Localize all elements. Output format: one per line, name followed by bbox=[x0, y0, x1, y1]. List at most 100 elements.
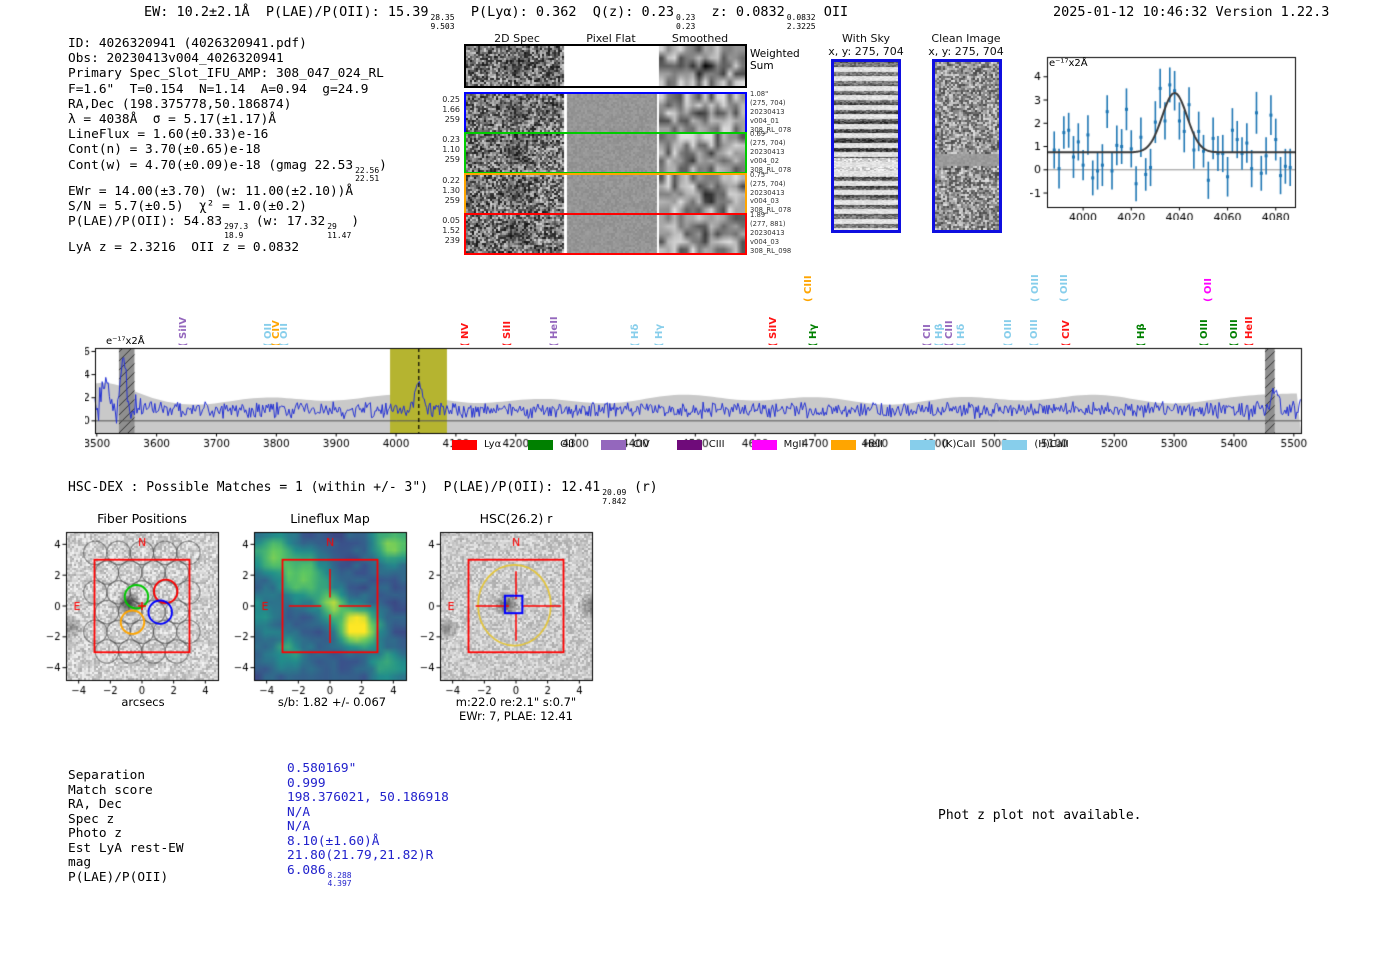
emission-line-label: ( SiIV bbox=[768, 316, 780, 347]
info-line: S/N = 5.7(±0.5) χ² = 1.0(±0.2) bbox=[68, 199, 387, 214]
spec2d-row-weights: 0.25 1.66 259 bbox=[442, 95, 460, 124]
timestamp-version: 2025-01-12 10:46:32 Version 1.22.3 bbox=[1053, 4, 1330, 20]
legend-label: CIII bbox=[708, 439, 725, 450]
emission-line-label: ( CIII bbox=[944, 320, 956, 347]
text-segment: RA,Dec (198.375778,50.186874) bbox=[68, 96, 292, 112]
info-line: F=1.6" T=0.154 N=1.14 A=0.94 g=24.9 bbox=[68, 82, 387, 97]
legend-item: (K)CaII bbox=[910, 439, 975, 450]
spec2d-row-weights: 0.23 1.10 259 bbox=[442, 135, 460, 165]
legend-swatch bbox=[676, 439, 702, 450]
fiber-positions-canvas bbox=[38, 517, 228, 709]
spec2d-row-annotation: 1.89" (277, 881) 20230413 v004_03 308_RL… bbox=[750, 211, 792, 255]
stacked-fraction: 29 11.47 bbox=[327, 222, 352, 240]
match-field-label: Spec z bbox=[68, 811, 115, 827]
match-field-label: Est LyA rest-EW bbox=[68, 840, 184, 856]
info-line: RA,Dec (198.375778,50.186874) bbox=[68, 97, 387, 112]
text-segment: (w: 17.32 bbox=[248, 214, 326, 230]
stacked-fraction: 0.23 0.23 bbox=[676, 13, 696, 31]
legend-label: OII bbox=[560, 439, 574, 450]
legend-item: HeII bbox=[831, 439, 883, 450]
match-field-label: P(LAE)/P(OII) bbox=[68, 869, 169, 885]
match-field-value: 0.999 bbox=[287, 775, 326, 791]
emission-line-label: ( Hδ bbox=[956, 323, 968, 347]
match-field-value: N/A bbox=[287, 819, 311, 834]
match-field-value: 21.80(21.79,21.82)R bbox=[287, 848, 434, 863]
spec2d-row-annotation: 0.69" (275, 704) 20230413 v004_02 308_RL… bbox=[750, 130, 792, 174]
info-line: Primary Spec_Slot_IFU_AMP: 308_047_024_R… bbox=[68, 66, 387, 81]
cleanimage-canvas bbox=[935, 62, 999, 230]
emission-line-label: ( OIII bbox=[1003, 319, 1015, 347]
hsc-r-canvas bbox=[412, 517, 602, 709]
stacked-fraction: 8.288 4.397 bbox=[327, 870, 352, 888]
emission-line-label: ( OII bbox=[278, 323, 290, 347]
info-line: Cont(w) = 4.70(±0.09)e-18 (gmag 22.53 22.… bbox=[68, 158, 387, 184]
match-field-value: 0.580169" bbox=[287, 761, 357, 776]
spec2d-row-canvas bbox=[466, 134, 745, 173]
legend-swatch bbox=[1002, 439, 1028, 450]
cleanimage-coords: x, y: 275, 704 bbox=[928, 45, 1004, 58]
text-segment: ) bbox=[351, 214, 360, 230]
match-field-value: N/A bbox=[287, 804, 311, 820]
match-field-label: mag bbox=[68, 855, 92, 870]
spec2d-row bbox=[464, 172, 747, 215]
text-segment: HSC-DEX : Possible Matches = 1 (within +… bbox=[68, 480, 601, 495]
emission-line-label: ( Hγ bbox=[653, 323, 665, 347]
emission-line-label: ( OIII bbox=[1028, 319, 1040, 347]
spec2d-row-annotation: 0.75" (275, 704) 20230413 v004_03 308_RL… bbox=[750, 170, 792, 215]
fiber-positions-xlabel: arcsecs bbox=[121, 695, 165, 709]
weighted-sum-label: Weighted Sum bbox=[750, 48, 800, 72]
text-segment: OII bbox=[815, 4, 849, 20]
text-segment: ID: 4026320941 (4026320941.pdf) bbox=[68, 36, 307, 51]
text-segment: (r) bbox=[626, 480, 658, 495]
text-segment: ) bbox=[379, 157, 387, 173]
legend-label: Lyα bbox=[484, 439, 502, 450]
legend-label: (H)CaII bbox=[1034, 439, 1069, 450]
text-segment: F=1.6" T=0.154 N=1.14 A=0.94 g=24.9 bbox=[68, 81, 369, 97]
weighted-sum-strip bbox=[464, 44, 747, 88]
text-segment: Primary Spec_Slot_IFU_AMP: 308_047_024_R… bbox=[68, 66, 384, 82]
stacked-fraction: 28.35 9.503 bbox=[430, 13, 455, 31]
lineflux-map-canvas bbox=[226, 517, 416, 709]
text-segment: P(Lyα): 0.362 Q(z): 0.23 bbox=[454, 4, 675, 20]
summary-statistics-line: EW: 10.2±2.1Å P(LAE)/P(OII): 15.39 28.35 9… bbox=[144, 4, 848, 31]
emission-line-label: ( OII bbox=[1203, 278, 1214, 302]
legend-item: CIII bbox=[676, 439, 725, 450]
text-segment: LineFlux = 1.60(±0.33)e-16 bbox=[68, 127, 269, 143]
emission-line-label: ( Hβ bbox=[1135, 323, 1147, 347]
info-line: P(LAE)/P(OII): 54.83 297.3 18.9 (w: 17.32 2… bbox=[68, 214, 387, 240]
lineflux-map-xlabel: s/b: 1.82 +/- 0.067 bbox=[277, 695, 387, 709]
hsc-r-xlabel: m:22.0 re:2.1" s:0.7" bbox=[455, 695, 577, 709]
match-field-value: 198.376021, 50.186918 bbox=[287, 790, 449, 805]
detection-info-block: ID: 4026320941 (4026320941.pdf) Obs: 2023… bbox=[68, 36, 387, 255]
linefit-plot-canvas bbox=[1030, 48, 1310, 220]
legend-swatch bbox=[751, 439, 777, 450]
spec2d-row bbox=[464, 92, 747, 134]
emission-line-label: ( Hδ bbox=[629, 323, 641, 347]
spec2d-row bbox=[464, 213, 747, 255]
spec2d-row-annotation: 1.08" (275, 704) 20230413 v004_01 308_RL… bbox=[750, 90, 792, 134]
withsky-coords: x, y: 275, 704 bbox=[828, 45, 904, 58]
fullspec-legend: Lyα OII CIV CIII MgII HeII (K)CaII (H)CaII bbox=[452, 439, 1096, 450]
match-field-label: Match score bbox=[68, 782, 153, 798]
info-line: Cont(n) = 3.70(±0.65)e-18 bbox=[68, 142, 387, 157]
emission-line-label: ( HeII bbox=[549, 316, 561, 347]
legend-swatch bbox=[910, 439, 936, 450]
legend-item: Lyα bbox=[452, 439, 501, 450]
emission-line-label: ( HeII bbox=[1243, 316, 1255, 347]
emission-line-label: ( OIII bbox=[1198, 319, 1210, 347]
text-segment: Cont(n) = 3.70(±0.65)e-18 bbox=[68, 142, 261, 158]
emission-line-label: ( CII bbox=[922, 324, 934, 347]
legend-swatch bbox=[831, 439, 857, 450]
elixer-report-page: EW: 10.2±2.1Å P(LAE)/P(OII): 15.39 28.35 9… bbox=[0, 0, 1400, 953]
info-line: Obs: 20230413v004_4026320941 bbox=[68, 51, 387, 66]
withsky-frame bbox=[831, 59, 901, 233]
match-field-value: 6.086 8.288 4.397 bbox=[287, 863, 449, 888]
info-line: λ = 4038Å σ = 5.17(±1.17)Å bbox=[68, 112, 387, 127]
legend-label: (K)CaII bbox=[942, 439, 976, 450]
emission-line-label: ( OIII bbox=[1030, 274, 1042, 302]
stacked-fraction: 297.3 18.9 bbox=[224, 222, 249, 240]
match-table-values: 0.580169" 0.999 198.376021, 50.186918 N/A N/… bbox=[287, 761, 449, 888]
spec2d-row bbox=[464, 132, 747, 175]
stacked-fraction: 20.09 7.842 bbox=[602, 488, 627, 506]
text-segment: EWr = 14.00(±3.70) (w: 11.00(±2.10))Å bbox=[68, 183, 354, 199]
